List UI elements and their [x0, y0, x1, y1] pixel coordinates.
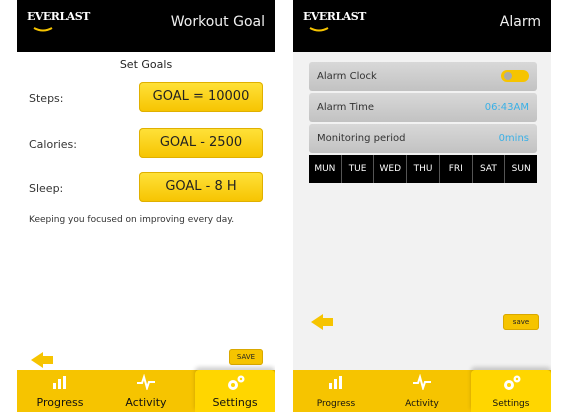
save-button[interactable]: SAVE: [229, 349, 263, 365]
sleep-goal-button[interactable]: GOAL - 8 H: [139, 172, 263, 202]
bar-chart-icon: [329, 376, 342, 389]
workout-goal-screen: EVERLAST Workout Goal Set Goals Steps: G…: [17, 0, 275, 412]
bar-chart-icon: [53, 376, 66, 389]
pulse-icon: [413, 374, 431, 390]
steps-label: Steps:: [29, 92, 64, 105]
nav-progress-label: Progress: [36, 396, 84, 409]
everlast-logo: EVERLAST: [27, 10, 90, 38]
day-thu[interactable]: THU: [407, 155, 440, 183]
calories-goal-button[interactable]: GOAL - 2500: [139, 128, 263, 158]
nav-activity-label: Activity: [125, 396, 167, 409]
save-button[interactable]: save: [503, 314, 539, 330]
back-arrow-icon[interactable]: [31, 352, 53, 368]
nav-activity[interactable]: Activity: [103, 370, 189, 412]
motivation-text: Keeping you focused on improving every d…: [29, 215, 235, 225]
monitoring-period-value: 0mins: [498, 133, 529, 144]
page-title: Alarm: [499, 14, 541, 30]
day-fri[interactable]: FRI: [440, 155, 473, 183]
swoosh-icon: [309, 27, 329, 32]
nav-settings-label: Settings: [212, 396, 258, 409]
alarm-settings-panel: Alarm Clock Alarm Time 06:43AM Monitorin…: [309, 62, 537, 183]
nav-progress[interactable]: Progress: [17, 370, 103, 412]
alarm-time-value: 06:43AM: [484, 102, 529, 113]
everlast-logo: EVERLAST: [303, 10, 366, 38]
gear-icon: [228, 375, 245, 390]
header: EVERLAST Alarm: [293, 0, 551, 52]
steps-goal-button[interactable]: GOAL = 10000: [139, 82, 263, 112]
alarm-clock-row[interactable]: Alarm Clock: [309, 62, 537, 91]
calories-label: Calories:: [29, 138, 77, 151]
nav-settings[interactable]: Settings: [195, 370, 275, 412]
pulse-icon: [137, 374, 155, 390]
sleep-label: Sleep:: [29, 182, 64, 195]
day-tue[interactable]: TUE: [342, 155, 375, 183]
logo-text: EVERLAST: [303, 10, 366, 23]
back-arrow-icon[interactable]: [311, 314, 333, 330]
gear-icon: [504, 375, 521, 390]
weekday-selector: MUN TUE WED THU FRI SAT SUN: [309, 155, 537, 183]
set-goals-heading: Set Goals: [119, 58, 173, 71]
bottom-nav: Progress Activity Settings: [293, 370, 551, 412]
nav-settings[interactable]: Settings: [471, 370, 551, 412]
monitoring-period-label: Monitoring period: [317, 133, 406, 144]
swoosh-icon: [33, 27, 53, 32]
nav-progress[interactable]: Progress: [293, 370, 379, 412]
day-sun[interactable]: SUN: [505, 155, 537, 183]
alarm-time-label: Alarm Time: [317, 102, 375, 113]
alarm-clock-toggle[interactable]: [501, 70, 529, 82]
goals-content: Set Goals Steps: GOAL = 10000 Calories: …: [17, 52, 275, 370]
alarm-clock-label: Alarm Clock: [317, 71, 377, 82]
day-mon[interactable]: MUN: [309, 155, 342, 183]
logo-text: EVERLAST: [27, 10, 90, 23]
day-sat[interactable]: SAT: [473, 155, 506, 183]
page-title: Workout Goal: [170, 14, 265, 30]
bottom-nav: Progress Activity Settings: [17, 370, 275, 412]
header: EVERLAST Workout Goal: [17, 0, 275, 52]
nav-progress-label: Progress: [316, 399, 356, 409]
alarm-screen: EVERLAST Alarm Alarm Clock Alarm Time 06…: [293, 0, 551, 412]
nav-activity-label: Activity: [405, 399, 439, 409]
alarm-content: Alarm Clock Alarm Time 06:43AM Monitorin…: [293, 52, 551, 370]
nav-settings-label: Settings: [492, 399, 530, 409]
nav-activity[interactable]: Activity: [379, 370, 465, 412]
day-wed[interactable]: WED: [374, 155, 408, 183]
alarm-time-row[interactable]: Alarm Time 06:43AM: [309, 93, 537, 122]
monitoring-period-row[interactable]: Monitoring period 0mins: [309, 124, 537, 153]
